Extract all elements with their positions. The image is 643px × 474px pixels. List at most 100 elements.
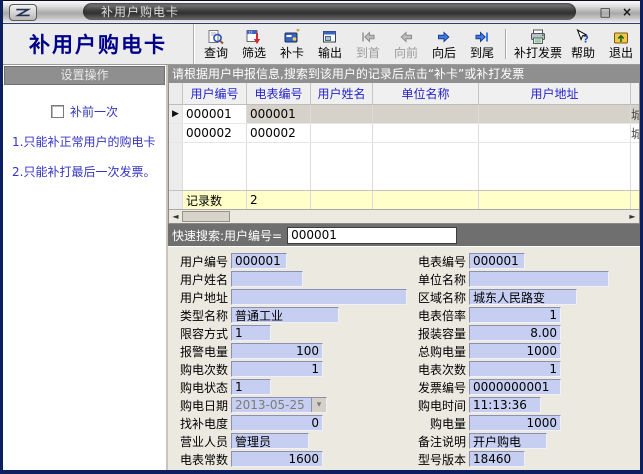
field-operator[interactable]: 管理员: [231, 433, 309, 449]
quick-search-input[interactable]: [287, 227, 457, 244]
summary-cell: [169, 191, 183, 209]
table-row[interactable]: 000002000002 城: [169, 124, 639, 143]
column-header[interactable]: 单位名称: [373, 83, 479, 104]
toolbar-button-help[interactable]: ?帮助: [564, 25, 602, 63]
help-icon: ?: [575, 29, 591, 46]
table-cell[interactable]: [311, 124, 373, 142]
form-row-alarm-power: 报警电量100: [176, 342, 414, 360]
form-row-purchase-time: 购电时间11:13:36: [414, 396, 640, 414]
maximize-button[interactable]: □: [600, 6, 611, 18]
table-cell[interactable]: [311, 105, 373, 123]
horizontal-scrollbar[interactable]: ◄ ►: [169, 209, 639, 223]
table-cell[interactable]: 000002: [183, 124, 247, 142]
field-model-version[interactable]: 18460: [469, 451, 525, 467]
form-row-unit-name: 单位名称: [414, 270, 640, 288]
form-row-limit-mode: 限容方式1: [176, 324, 414, 342]
field-purchase-count[interactable]: 1: [231, 361, 323, 377]
column-header[interactable]: 用户编号: [183, 83, 247, 104]
export-icon: [322, 29, 338, 46]
scroll-left-arrow-icon[interactable]: ◄: [169, 210, 182, 223]
toolbar-button-last[interactable]: 到尾: [463, 25, 501, 63]
title-bar[interactable]: 补用户购电卡 □ ×: [3, 0, 640, 24]
field-label-invoice-no: 发票编号: [414, 379, 469, 396]
field-remark[interactable]: 开户购电: [469, 433, 547, 449]
field-total-power[interactable]: 1000: [469, 343, 561, 359]
form-row-purchase-date: 购电日期2013-05-25: [176, 396, 414, 414]
toolbar-button-reprint-invoice[interactable]: 补打发票: [512, 25, 564, 63]
table-cell[interactable]: [479, 124, 631, 142]
grid-summary-row: 记录数2: [169, 190, 639, 209]
column-header[interactable]: 用户地址: [479, 83, 631, 104]
toolbar-button-filter[interactable]: 12筛选: [235, 25, 273, 63]
form-row-purchase-amount: 购电量1000: [414, 414, 640, 432]
field-limit-mode[interactable]: 1: [231, 325, 271, 341]
toolbar-button-next[interactable]: 向后: [425, 25, 463, 63]
empty-grid-area: [169, 143, 639, 190]
field-region-name[interactable]: 城东人民路变: [469, 289, 577, 305]
toolbar-button-reissue-card[interactable]: 补卡: [273, 25, 311, 63]
form-col-left: 用户编号000001用户姓名用户地址类型名称普通工业限容方式1报警电量100购电…: [176, 252, 414, 470]
makeup-previous-checkbox-row[interactable]: 补前一次: [3, 103, 166, 120]
field-label-limit-mode: 限容方式: [176, 325, 231, 342]
field-meter-count[interactable]: 1: [469, 361, 561, 377]
field-meter-constant[interactable]: 1600: [231, 451, 323, 467]
field-purchase-date[interactable]: 2013-05-25: [231, 397, 327, 413]
field-label-type-name: 类型名称: [176, 307, 231, 324]
field-adjust-power[interactable]: 0: [231, 415, 323, 431]
table-cell[interactable]: [479, 105, 631, 123]
scrollbar-thumb[interactable]: [182, 211, 230, 222]
checkbox-label: 补前一次: [70, 103, 118, 120]
field-purchase-amount[interactable]: 1000: [469, 415, 561, 431]
field-unit-name[interactable]: [469, 271, 609, 287]
form-row-meter-ratio: 电表倍率1: [414, 306, 640, 324]
row-selector-header: [169, 83, 183, 104]
field-alarm-power[interactable]: 100: [231, 343, 323, 359]
table-row[interactable]: ▶000001000001城: [169, 105, 639, 124]
hint-bar: 请根据用户申报信息,搜索到该用户的记录后点击“补卡”或补打发票: [168, 65, 640, 83]
field-purchase-state[interactable]: 1: [231, 379, 271, 395]
summary-cell: [311, 191, 373, 209]
detail-form: 用户编号000001用户姓名用户地址类型名称普通工业限容方式1报警电量100购电…: [168, 246, 640, 470]
form-row-total-power: 总购电量1000: [414, 342, 640, 360]
sidebar-note-1: 1.只能补正常用户的购电卡: [12, 135, 162, 150]
field-purchase-time[interactable]: 11:13:36: [469, 397, 541, 413]
toolbar-button-exit[interactable]: 退出: [602, 25, 640, 63]
form-row-model-version: 型号版本18460: [414, 450, 640, 468]
column-header[interactable]: 用户姓名: [311, 83, 373, 104]
scrollbar-track[interactable]: [182, 210, 626, 223]
toolbar-button-query[interactable]: 查询: [197, 25, 235, 63]
summary-cell: [373, 191, 479, 209]
last-icon: [474, 29, 490, 46]
toolbar-button-label: 筛选: [242, 46, 266, 60]
toolbar-button-label: 补打发票: [514, 46, 562, 60]
column-header-sliver: [631, 83, 639, 104]
field-label-purchase-time: 购电时间: [414, 397, 469, 414]
field-label-purchase-count: 购电次数: [176, 361, 231, 378]
table-cell[interactable]: 000002: [247, 124, 311, 142]
column-header[interactable]: 电表编号: [247, 83, 311, 104]
field-type-name[interactable]: 普通工业: [231, 307, 339, 323]
field-meter-id[interactable]: 000001: [469, 253, 525, 269]
record-count-label: 记录数: [183, 191, 247, 209]
field-install-capacity[interactable]: 8.00: [469, 325, 561, 341]
field-meter-ratio[interactable]: 1: [469, 307, 561, 323]
toolbar-button-label: 补卡: [280, 46, 304, 60]
checkbox-icon[interactable]: [51, 105, 64, 118]
toolbar-button-export[interactable]: 输出: [311, 25, 349, 63]
table-cell[interactable]: 000001: [247, 105, 311, 123]
search-icon: [208, 29, 224, 46]
field-user-id[interactable]: 000001: [231, 253, 287, 269]
field-label-total-power: 总购电量: [414, 343, 469, 360]
field-invoice-no[interactable]: 0000000001: [469, 379, 561, 395]
table-cell[interactable]: 000001: [183, 105, 247, 123]
field-label-adjust-power: 找补电度: [176, 415, 231, 432]
form-row-install-capacity: 报装容量8.00: [414, 324, 640, 342]
table-cell[interactable]: [373, 105, 479, 123]
close-button[interactable]: ×: [622, 6, 632, 18]
scroll-right-arrow-icon[interactable]: ►: [626, 210, 639, 223]
overflow-sliver: 城: [631, 124, 639, 142]
field-user-address[interactable]: [231, 289, 407, 305]
field-user-name[interactable]: [231, 271, 303, 287]
table-cell[interactable]: [373, 124, 479, 142]
field-label-meter-ratio: 电表倍率: [414, 307, 469, 324]
